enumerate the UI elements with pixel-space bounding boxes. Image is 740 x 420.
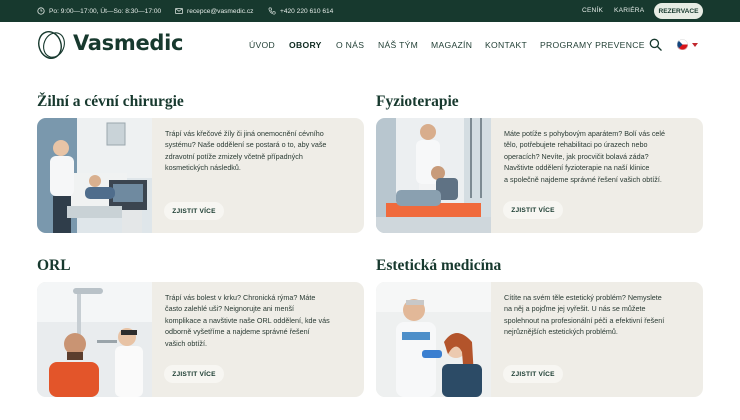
opening-hours: Po: 9:00—17:00, Út—So: 8:30—17:00 — [37, 0, 161, 22]
nav-item-o-nas[interactable]: O NÁS — [336, 40, 364, 50]
phone-text[interactable]: +420 220 610 614 — [280, 8, 333, 15]
text-line: kosmetických následků. — [165, 163, 241, 173]
text-line: nejrůznějších estetických problémů. — [504, 327, 618, 337]
physiotherapy-photo — [376, 118, 491, 233]
orl-photo — [37, 282, 152, 397]
text-line: zdravotní potíže zmizely včetně případný… — [165, 151, 303, 161]
section-title-orl: ORL — [37, 257, 71, 274]
text-line: na něj a pojďme jej vyřešit. U nás se mů… — [504, 304, 646, 314]
phone-link[interactable]: +420 220 610 614 — [268, 0, 333, 22]
section-title-physiotherapy: Fyzioterapie — [376, 93, 459, 110]
nav-item-kontakt[interactable]: KONTAKT — [485, 40, 527, 50]
vasmedic-logo-icon[interactable] — [37, 30, 67, 60]
section-title-vein-surgery: Žilní a cévní chirurgie — [37, 93, 184, 110]
email-link[interactable]: recepce@vasmedic.cz — [175, 0, 253, 22]
czech-flag-icon[interactable] — [677, 39, 688, 50]
physiotherapy-description: Máte potíže s pohybovým aparátem? Bolí v… — [504, 128, 692, 185]
chevron-down-icon[interactable] — [692, 43, 698, 47]
learn-more-button-vein-surgery[interactable]: ZJISTIT VÍCE — [164, 202, 224, 220]
text-line: komplikace a navštivte naše ORL oddělení… — [165, 315, 330, 325]
text-line: vašich obtíží. — [165, 338, 207, 348]
text-line: spolehnout na profesionální péči a efekt… — [504, 315, 665, 325]
text-line: Trápí vás bolest v krku? Chronická rýma?… — [165, 293, 316, 302]
text-line: Navštivte oddělení fyzioterapie na naší … — [504, 163, 650, 173]
aesthetic-medicine-description: Cítíte na svém těle estetický problém? N… — [504, 292, 692, 338]
text-line: Trápí vás křečové žíly či jiná onemocněn… — [165, 129, 324, 138]
nav-item-obory[interactable]: OBORY — [289, 40, 322, 50]
pricing-link[interactable]: CENÍK — [582, 0, 603, 22]
vein-surgery-photo — [37, 118, 152, 233]
nav-item-magazin[interactable]: MAGAZÍN — [431, 40, 472, 50]
card-vein-surgery: Trápí vás křečové žíly či jiná onemocněn… — [37, 118, 364, 233]
learn-more-button-orl[interactable]: ZJISTIT VÍCE — [164, 365, 224, 383]
learn-more-button-physiotherapy[interactable]: ZJISTIT VÍCE — [503, 201, 563, 219]
reservation-button[interactable]: REZERVACE — [654, 3, 703, 19]
text-line: systému? Naše oddělení se postará o to, … — [165, 140, 327, 150]
text-line: často zalehlé uši? Neignorujte ani menší — [165, 304, 295, 314]
nav-item-uvod[interactable]: ÚVOD — [249, 40, 275, 50]
email-text[interactable]: recepce@vasmedic.cz — [187, 8, 253, 15]
mail-icon — [175, 8, 183, 14]
text-line: odborně vyšetříme a najdeme správné řeše… — [165, 327, 310, 337]
aesthetic-medicine-photo — [376, 282, 491, 397]
orl-description: Trápí vás bolest v krku? Chronická rýma?… — [165, 292, 353, 349]
top-bar: Po: 9:00—17:00, Út—So: 8:30—17:00 recepc… — [0, 0, 740, 22]
career-link[interactable]: KARIÉRA — [614, 0, 644, 22]
text-line: a společně najdeme správné řešení vašich… — [504, 174, 662, 184]
section-title-aesthetic-medicine: Estetická medicína — [376, 257, 502, 274]
search-icon[interactable] — [649, 38, 662, 51]
vein-surgery-description: Trápí vás křečové žíly či jiná onemocněn… — [165, 128, 353, 174]
clock-icon — [37, 7, 45, 15]
card-aesthetic-medicine: Cítíte na svém těle estetický problém? N… — [376, 282, 703, 397]
phone-icon — [268, 7, 276, 15]
text-line: Cítíte na svém těle estetický problém? N… — [504, 293, 662, 302]
text-line: Máte potíže s pohybovým aparátem? Bolí v… — [504, 129, 666, 138]
text-line: tělo, potřebujete rehabilitaci po úrazec… — [504, 140, 648, 150]
nav-item-nas-tym[interactable]: NÁŠ TÝM — [378, 40, 418, 50]
text-line: operacích? Nevíte, jak procvičit bolavá … — [504, 151, 649, 161]
opening-hours-text: Po: 9:00—17:00, Út—So: 8:30—17:00 — [49, 7, 162, 15]
card-physiotherapy: Máte potíže s pohybovým aparátem? Bolí v… — [376, 118, 703, 233]
brand-name[interactable]: Vasmedic — [73, 31, 183, 55]
card-orl: Trápí vás bolest v krku? Chronická rýma?… — [37, 282, 364, 397]
learn-more-button-aesthetic-medicine[interactable]: ZJISTIT VÍCE — [503, 365, 563, 383]
nav-item-programy-prevence[interactable]: PROGRAMY PREVENCE — [540, 40, 645, 50]
